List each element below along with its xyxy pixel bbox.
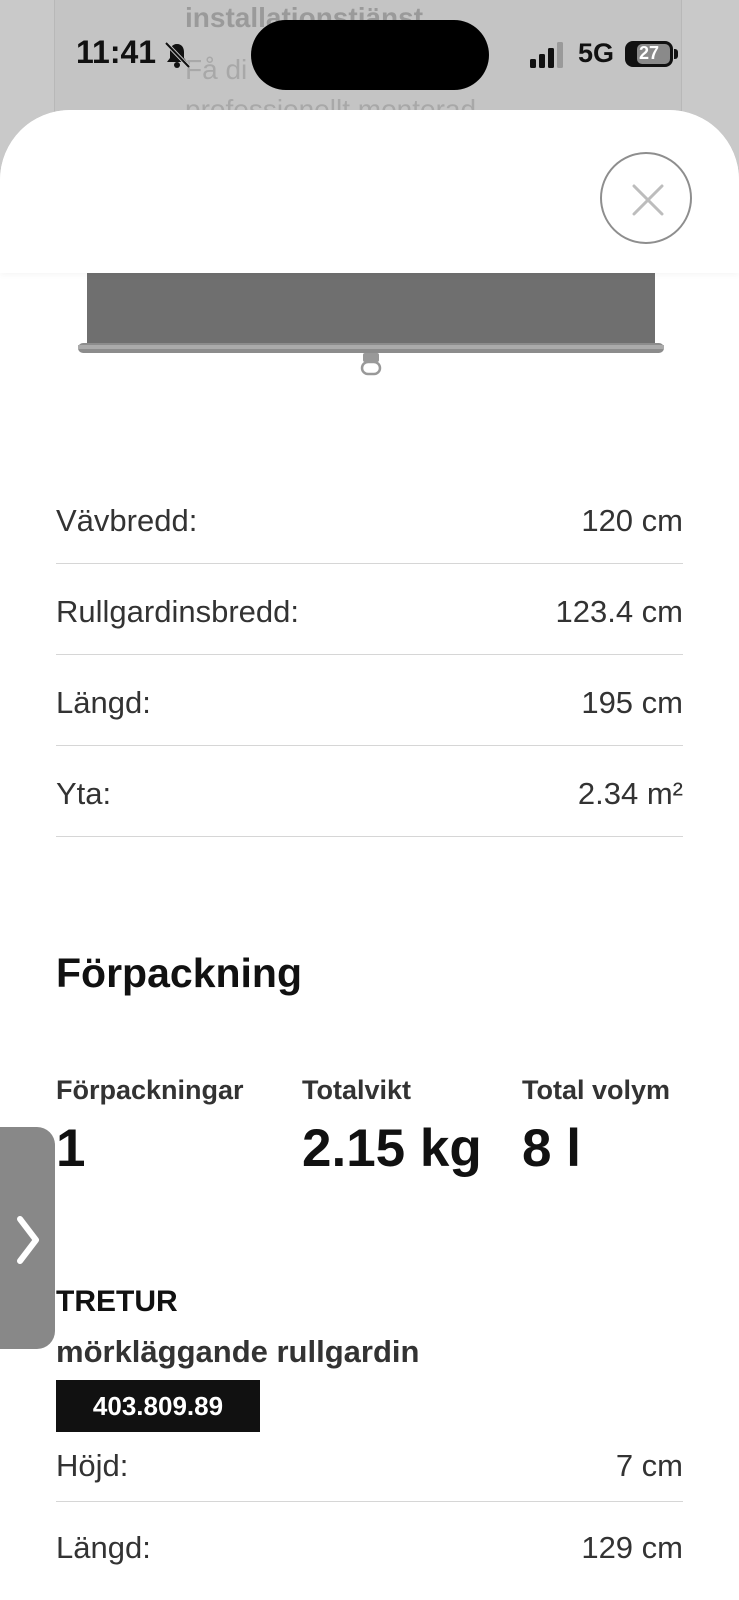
weight-label: Totalvikt [302,1075,412,1105]
dimension-label: Längd: [56,1530,151,1565]
status-time: 11:41 [76,34,157,70]
bell-slash-icon [164,41,191,69]
measurement-row: Vävbredd: 120 cm [56,473,683,564]
weight-value: 2.15 kg [302,1119,482,1178]
measurement-list: Vävbredd: 120 cm Rullgardinsbredd: 123.4… [56,473,683,837]
measurement-value: 2.34 m² [577,776,683,811]
measurement-label: Vävbredd: [56,503,198,538]
side-expand-tab[interactable] [0,1127,55,1349]
close-icon [632,184,664,216]
packages-value: 1 [56,1119,86,1178]
sheet-header [0,110,739,273]
volume-label: Total volym [522,1075,671,1105]
measurement-value: 195 cm [581,685,683,720]
product-description: mörkläggande rullgardin [56,1334,420,1369]
measurement-row: Yta: 2.34 m² [56,746,683,837]
chevron-right-icon [17,1216,39,1264]
battery-nub [674,49,678,59]
measurement-row: Rullgardinsbredd: 123.4 cm [56,564,683,655]
dimension-value: 129 cm [581,1530,683,1565]
packages-count: Förpackningar 1 [56,1075,244,1179]
product-image [78,273,664,376]
dimension-label: Höjd: [56,1448,129,1483]
total-volume: Total volym 8 l [522,1075,670,1179]
packaging-title: Förpackning [56,950,303,996]
product-details-sheet: Vävbredd: 120 cm Rullgardinsbredd: 123.4… [0,110,739,1600]
measurement-label: Rullgardinsbredd: [56,594,299,629]
battery-level: 27 [638,43,660,63]
volume-value: 8 l [522,1119,581,1178]
signal-icon [530,42,563,68]
battery-icon: 27 [625,41,673,67]
measurement-row: Längd: 195 cm [56,655,683,746]
status-bar: 11:41 5G 27 [0,0,739,110]
total-weight: Totalvikt 2.15 kg [302,1075,482,1179]
dimension-value: 7 cm [615,1448,683,1483]
package-dimension-list: Höjd: 7 cm Längd: 129 cm [56,1420,683,1584]
network-type: 5G [578,38,615,68]
dimension-row: Höjd: 7 cm [56,1420,683,1502]
packages-label: Förpackningar [56,1075,244,1105]
product-name: TRETUR [56,1285,178,1318]
dynamic-island [251,20,489,90]
measurement-label: Yta: [56,776,112,811]
measurement-value: 123.4 cm [555,594,683,629]
measurement-value: 120 cm [581,503,683,538]
dimension-row: Längd: 129 cm [56,1502,683,1584]
close-button[interactable] [600,152,692,244]
measurement-label: Längd: [56,685,151,720]
